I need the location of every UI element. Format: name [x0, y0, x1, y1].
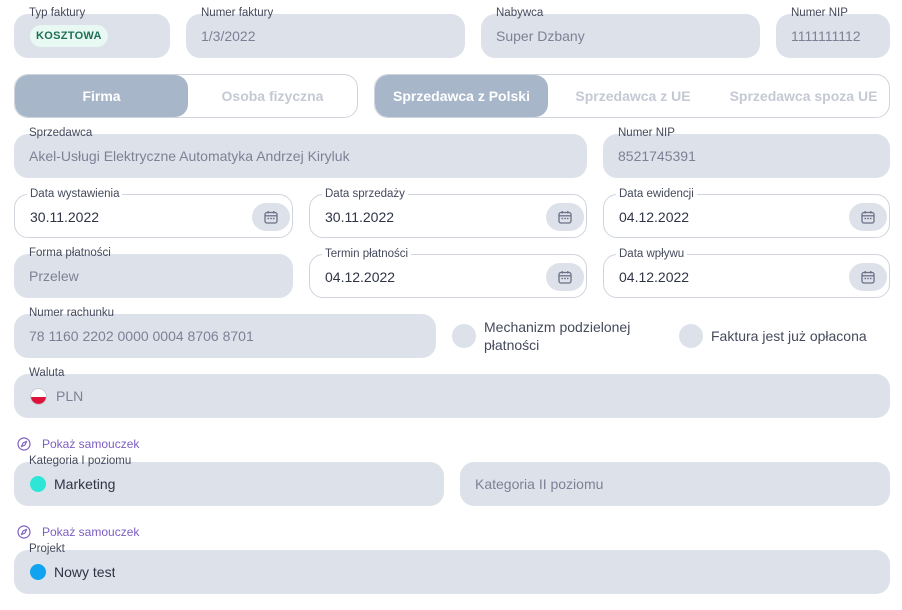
toggle-firma[interactable]: Firma — [15, 75, 188, 117]
invoice-type-badge: KOSZTOWA — [30, 25, 108, 47]
compass-icon — [17, 525, 31, 539]
calendar-icon — [861, 271, 875, 284]
category-level2-field[interactable]: Kategoria II poziomu — [460, 462, 890, 506]
payment-due-value: 04.12.2022 — [325, 269, 396, 285]
record-date-field[interactable]: Data ewidencji 04.12.2022 — [603, 187, 890, 238]
payment-due-calendar-button[interactable] — [546, 263, 584, 291]
project-value: Nowy test — [54, 564, 116, 580]
calendar-icon — [558, 211, 572, 224]
record-date-calendar-button[interactable] — [849, 203, 887, 231]
issue-date-field[interactable]: Data wystawienia 30.11.2022 — [14, 187, 293, 238]
seller-value: Akel-Usługi Elektryczne Automatyka Andrz… — [29, 148, 350, 164]
issue-date-value: 30.11.2022 — [30, 209, 100, 225]
buyer-field[interactable]: Nabywca Super Dzbany — [481, 7, 760, 58]
account-number-value: 78 1160 2202 0000 0004 8706 8701 — [29, 328, 254, 344]
toggle-seller-eu[interactable]: Sprzedawca z UE — [548, 75, 718, 117]
split-payment-label-line1: Mechanizm podzielonej — [484, 319, 631, 335]
split-payment-label-line2: płatności — [484, 337, 540, 353]
category-color-dot — [30, 476, 46, 492]
category-level2-placeholder: Kategoria II poziomu — [475, 476, 604, 492]
buyer-nip-field[interactable]: Numer NIP 1111111112 — [776, 7, 890, 58]
project-color-dot — [30, 564, 46, 580]
sale-date-calendar-button[interactable] — [546, 203, 584, 231]
flag-pl-icon — [30, 388, 47, 405]
project-field[interactable]: Projekt Nowy test — [14, 543, 890, 594]
calendar-icon — [264, 211, 278, 224]
currency-field[interactable]: Waluta PLN — [14, 367, 890, 418]
invoice-number-field[interactable]: Numer faktury 1/3/2022 — [186, 7, 465, 58]
seller-origin-toggle: Sprzedawca z Polski Sprzedawca z UE Sprz… — [374, 74, 890, 118]
invoice-type-label: Typ faktury — [29, 7, 86, 19]
receipt-date-value: 04.12.2022 — [619, 269, 690, 285]
receipt-date-calendar-button[interactable] — [849, 263, 887, 291]
buyer-nip-value: 1111111112 — [791, 28, 861, 44]
show-tutorial-label-2: Pokaż samouczek — [42, 525, 140, 539]
invoice-paid-label: Faktura jest już opłacona — [711, 328, 867, 344]
split-payment-checkbox[interactable] — [452, 324, 476, 348]
compass-icon — [17, 437, 31, 451]
payment-method-field[interactable]: Forma płatności Przelew — [14, 247, 293, 298]
invoice-type-field[interactable]: Typ faktury KOSZTOWA — [14, 7, 170, 58]
category-level1-value: Marketing — [54, 476, 116, 492]
category-level1-field[interactable]: Kategoria I poziomu Marketing — [14, 455, 444, 506]
buyer-value: Super Dzbany — [496, 28, 585, 44]
calendar-icon — [558, 271, 572, 284]
invoice-paid-checkbox[interactable] — [679, 324, 703, 348]
entity-type-toggle: Firma Osoba fizyczna — [14, 74, 358, 118]
seller-nip-value: 8521745391 — [618, 148, 696, 164]
account-number-field[interactable]: Numer rachunku 78 1160 2202 0000 0004 87… — [14, 307, 436, 358]
show-tutorial-link-2[interactable]: Pokaż samouczek — [17, 524, 139, 540]
issue-date-calendar-button[interactable] — [252, 203, 290, 231]
payment-method-value: Przelew — [29, 268, 79, 284]
receipt-date-field[interactable]: Data wpływu 04.12.2022 — [603, 247, 890, 298]
show-tutorial-label-1: Pokaż samouczek — [42, 437, 140, 451]
toggle-osoba-fizyczna[interactable]: Osoba fizyczna — [188, 75, 357, 117]
toggle-seller-poland[interactable]: Sprzedawca z Polski — [375, 75, 548, 117]
show-tutorial-link-1[interactable]: Pokaż samouczek — [17, 436, 139, 452]
record-date-value: 04.12.2022 — [619, 209, 690, 225]
sale-date-value: 30.11.2022 — [325, 209, 395, 225]
calendar-icon — [861, 211, 875, 224]
toggle-seller-non-eu[interactable]: Sprzedawca spoza UE — [718, 75, 889, 117]
seller-nip-field[interactable]: Numer NIP 8521745391 — [603, 127, 890, 178]
sale-date-field[interactable]: Data sprzedaży 30.11.2022 — [309, 187, 587, 238]
payment-due-field[interactable]: Termin płatności 04.12.2022 — [309, 247, 587, 298]
currency-value: PLN — [56, 388, 84, 404]
seller-field[interactable]: Sprzedawca Akel-Usługi Elektryczne Autom… — [14, 127, 587, 178]
invoice-number-value: 1/3/2022 — [201, 28, 256, 44]
split-payment-label: Mechanizm podzielonej płatności — [484, 318, 630, 354]
